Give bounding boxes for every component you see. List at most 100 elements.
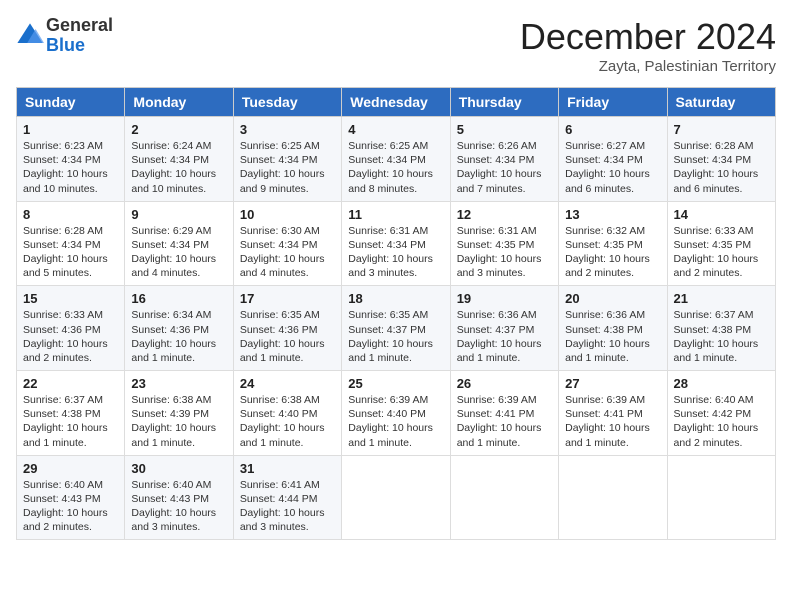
- cell-details: Sunrise: 6:39 AM Sunset: 4:41 PM Dayligh…: [565, 393, 660, 450]
- cell-details: Sunrise: 6:24 AM Sunset: 4:34 PM Dayligh…: [131, 139, 226, 196]
- day-number: 11: [348, 207, 443, 222]
- calendar-header-friday: Friday: [559, 88, 667, 117]
- calendar-cell: 16 Sunrise: 6:34 AM Sunset: 4:36 PM Dayli…: [125, 286, 233, 371]
- cell-details: Sunrise: 6:25 AM Sunset: 4:34 PM Dayligh…: [240, 139, 335, 196]
- calendar-header-tuesday: Tuesday: [233, 88, 341, 117]
- cell-details: Sunrise: 6:28 AM Sunset: 4:34 PM Dayligh…: [674, 139, 769, 196]
- day-number: 21: [674, 291, 769, 306]
- calendar-cell: 18 Sunrise: 6:35 AM Sunset: 4:37 PM Dayli…: [342, 286, 450, 371]
- day-number: 5: [457, 122, 552, 137]
- day-number: 4: [348, 122, 443, 137]
- cell-details: Sunrise: 6:33 AM Sunset: 4:36 PM Dayligh…: [23, 308, 118, 365]
- cell-details: Sunrise: 6:27 AM Sunset: 4:34 PM Dayligh…: [565, 139, 660, 196]
- cell-details: Sunrise: 6:34 AM Sunset: 4:36 PM Dayligh…: [131, 308, 226, 365]
- day-number: 18: [348, 291, 443, 306]
- calendar-header-sunday: Sunday: [17, 88, 125, 117]
- cell-details: Sunrise: 6:23 AM Sunset: 4:34 PM Dayligh…: [23, 139, 118, 196]
- day-number: 20: [565, 291, 660, 306]
- day-number: 8: [23, 207, 118, 222]
- calendar-cell: 26 Sunrise: 6:39 AM Sunset: 4:41 PM Dayli…: [450, 371, 558, 456]
- calendar-cell: 27 Sunrise: 6:39 AM Sunset: 4:41 PM Dayli…: [559, 371, 667, 456]
- page-header: General Blue December 2024 Zayta, Palest…: [16, 16, 776, 75]
- calendar-cell: 24 Sunrise: 6:38 AM Sunset: 4:40 PM Dayli…: [233, 371, 341, 456]
- calendar-cell: 10 Sunrise: 6:30 AM Sunset: 4:34 PM Dayli…: [233, 201, 341, 286]
- calendar-week-3: 15 Sunrise: 6:33 AM Sunset: 4:36 PM Dayli…: [17, 286, 776, 371]
- day-number: 28: [674, 376, 769, 391]
- logo-blue-text: Blue: [46, 36, 113, 56]
- calendar-cell: 6Sunrise: 6:27 AM Sunset: 4:34 PM Daylig…: [559, 117, 667, 202]
- cell-details: Sunrise: 6:36 AM Sunset: 4:38 PM Dayligh…: [565, 308, 660, 365]
- cell-details: Sunrise: 6:36 AM Sunset: 4:37 PM Dayligh…: [457, 308, 552, 365]
- cell-details: Sunrise: 6:38 AM Sunset: 4:40 PM Dayligh…: [240, 393, 335, 450]
- calendar-table: SundayMondayTuesdayWednesdayThursdayFrid…: [16, 87, 776, 540]
- cell-details: Sunrise: 6:32 AM Sunset: 4:35 PM Dayligh…: [565, 224, 660, 281]
- day-number: 24: [240, 376, 335, 391]
- cell-details: Sunrise: 6:25 AM Sunset: 4:34 PM Dayligh…: [348, 139, 443, 196]
- cell-details: Sunrise: 6:26 AM Sunset: 4:34 PM Dayligh…: [457, 139, 552, 196]
- calendar-cell: 14Sunrise: 6:33 AM Sunset: 4:35 PM Dayli…: [667, 201, 775, 286]
- day-number: 17: [240, 291, 335, 306]
- calendar-cell: 15 Sunrise: 6:33 AM Sunset: 4:36 PM Dayli…: [17, 286, 125, 371]
- calendar-week-2: 8Sunrise: 6:28 AM Sunset: 4:34 PM Daylig…: [17, 201, 776, 286]
- calendar-cell: [450, 455, 558, 540]
- calendar-cell: 31 Sunrise: 6:41 AM Sunset: 4:44 PM Dayli…: [233, 455, 341, 540]
- calendar-cell: 9Sunrise: 6:29 AM Sunset: 4:34 PM Daylig…: [125, 201, 233, 286]
- day-number: 16: [131, 291, 226, 306]
- cell-details: Sunrise: 6:41 AM Sunset: 4:44 PM Dayligh…: [240, 478, 335, 535]
- calendar-cell: 1 Sunrise: 6:23 AM Sunset: 4:34 PM Daylig…: [17, 117, 125, 202]
- calendar-cell: 25 Sunrise: 6:39 AM Sunset: 4:40 PM Dayli…: [342, 371, 450, 456]
- logo: General Blue: [16, 16, 113, 56]
- calendar-cell: 20 Sunrise: 6:36 AM Sunset: 4:38 PM Dayli…: [559, 286, 667, 371]
- calendar-header-monday: Monday: [125, 88, 233, 117]
- calendar-cell: 21 Sunrise: 6:37 AM Sunset: 4:38 PM Dayli…: [667, 286, 775, 371]
- title-block: December 2024 Zayta, Palestinian Territo…: [520, 16, 776, 75]
- calendar-cell: 23Sunrise: 6:38 AM Sunset: 4:39 PM Dayli…: [125, 371, 233, 456]
- calendar-header-thursday: Thursday: [450, 88, 558, 117]
- calendar-cell: 12Sunrise: 6:31 AM Sunset: 4:35 PM Dayli…: [450, 201, 558, 286]
- day-number: 22: [23, 376, 118, 391]
- day-number: 7: [674, 122, 769, 137]
- cell-details: Sunrise: 6:39 AM Sunset: 4:40 PM Dayligh…: [348, 393, 443, 450]
- cell-details: Sunrise: 6:30 AM Sunset: 4:34 PM Dayligh…: [240, 224, 335, 281]
- calendar-cell: 19 Sunrise: 6:36 AM Sunset: 4:37 PM Dayli…: [450, 286, 558, 371]
- calendar-cell: [342, 455, 450, 540]
- cell-details: Sunrise: 6:38 AM Sunset: 4:39 PM Dayligh…: [131, 393, 226, 450]
- calendar-cell: 22Sunrise: 6:37 AM Sunset: 4:38 PM Dayli…: [17, 371, 125, 456]
- day-number: 15: [23, 291, 118, 306]
- day-number: 19: [457, 291, 552, 306]
- month-title: December 2024: [520, 16, 776, 58]
- day-number: 10: [240, 207, 335, 222]
- day-number: 29: [23, 461, 118, 476]
- calendar-cell: 3 Sunrise: 6:25 AM Sunset: 4:34 PM Daylig…: [233, 117, 341, 202]
- calendar-cell: 30 Sunrise: 6:40 AM Sunset: 4:43 PM Dayli…: [125, 455, 233, 540]
- cell-details: Sunrise: 6:39 AM Sunset: 4:41 PM Dayligh…: [457, 393, 552, 450]
- cell-details: Sunrise: 6:35 AM Sunset: 4:36 PM Dayligh…: [240, 308, 335, 365]
- day-number: 26: [457, 376, 552, 391]
- cell-details: Sunrise: 6:37 AM Sunset: 4:38 PM Dayligh…: [674, 308, 769, 365]
- calendar-cell: 17 Sunrise: 6:35 AM Sunset: 4:36 PM Dayli…: [233, 286, 341, 371]
- day-number: 1: [23, 122, 118, 137]
- calendar-cell: 13 Sunrise: 6:32 AM Sunset: 4:35 PM Dayli…: [559, 201, 667, 286]
- calendar-cell: 7 Sunrise: 6:28 AM Sunset: 4:34 PM Daylig…: [667, 117, 775, 202]
- day-number: 30: [131, 461, 226, 476]
- cell-details: Sunrise: 6:29 AM Sunset: 4:34 PM Dayligh…: [131, 224, 226, 281]
- calendar-body: 1 Sunrise: 6:23 AM Sunset: 4:34 PM Daylig…: [17, 117, 776, 540]
- cell-details: Sunrise: 6:40 AM Sunset: 4:43 PM Dayligh…: [131, 478, 226, 535]
- cell-details: Sunrise: 6:33 AM Sunset: 4:35 PM Dayligh…: [674, 224, 769, 281]
- day-number: 31: [240, 461, 335, 476]
- day-number: 12: [457, 207, 552, 222]
- cell-details: Sunrise: 6:40 AM Sunset: 4:42 PM Dayligh…: [674, 393, 769, 450]
- day-number: 2: [131, 122, 226, 137]
- day-number: 27: [565, 376, 660, 391]
- calendar-cell: [559, 455, 667, 540]
- calendar-cell: 8Sunrise: 6:28 AM Sunset: 4:34 PM Daylig…: [17, 201, 125, 286]
- calendar-week-1: 1 Sunrise: 6:23 AM Sunset: 4:34 PM Daylig…: [17, 117, 776, 202]
- day-number: 3: [240, 122, 335, 137]
- calendar-cell: 5 Sunrise: 6:26 AM Sunset: 4:34 PM Daylig…: [450, 117, 558, 202]
- calendar-cell: [667, 455, 775, 540]
- day-number: 13: [565, 207, 660, 222]
- day-number: 25: [348, 376, 443, 391]
- cell-details: Sunrise: 6:35 AM Sunset: 4:37 PM Dayligh…: [348, 308, 443, 365]
- calendar-cell: 11Sunrise: 6:31 AM Sunset: 4:34 PM Dayli…: [342, 201, 450, 286]
- calendar-cell: 2 Sunrise: 6:24 AM Sunset: 4:34 PM Daylig…: [125, 117, 233, 202]
